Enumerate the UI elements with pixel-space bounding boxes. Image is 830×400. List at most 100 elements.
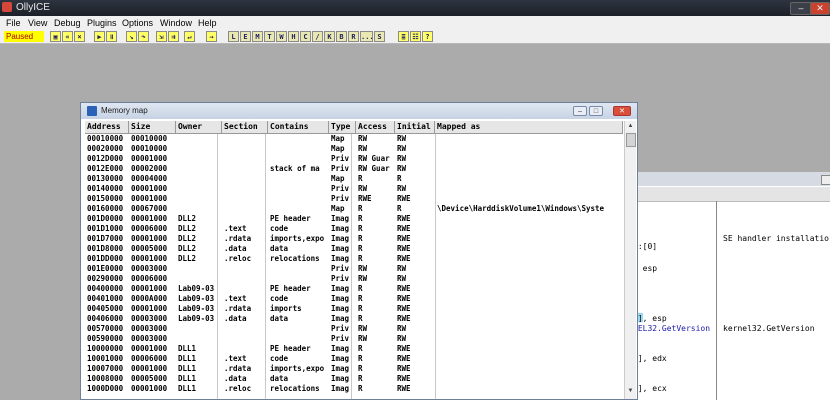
table-row[interactable]: 001DD000 00001000 DLL2 .reloc relocations Ima… xyxy=(85,254,623,264)
run-icon[interactable]: ▶ xyxy=(94,31,105,42)
table-row[interactable]: 0012D000 00001000 Priv RW Guar RW xyxy=(85,154,623,164)
options-icon[interactable]: ☷ xyxy=(410,31,421,42)
memory-map-button[interactable]: M xyxy=(252,31,263,42)
table-row[interactable]: 0012E000 00002000 stack of ma Priv RW Guar RW xyxy=(85,164,623,174)
memory-map-title-bar[interactable]: Memory map – □ ✕ xyxy=(81,103,637,119)
scroll-down-arrow-icon[interactable]: ▼ xyxy=(626,387,635,396)
cell-type: Priv xyxy=(331,164,350,173)
trace-into-icon[interactable]: ⇲ xyxy=(156,31,167,42)
table-row[interactable]: 00405000 00001000 Lab09-03 .rdata imports Ima… xyxy=(85,304,623,314)
vertical-scrollbar[interactable]: ▲ ▼ xyxy=(624,121,636,399)
table-row[interactable]: 00020000 00010000 Map RW RW xyxy=(85,144,623,154)
list-icon[interactable]: ≣ xyxy=(398,31,409,42)
table-row[interactable]: 00150000 00001000 Priv RWE RWE xyxy=(85,194,623,204)
column-header-contains[interactable]: Contains xyxy=(268,121,329,133)
menu-help[interactable]: Help xyxy=(198,16,217,30)
minimize-window-button[interactable]: – xyxy=(573,106,587,116)
menu-debug[interactable]: Debug xyxy=(54,16,81,30)
disasm-fragment: 0], esp xyxy=(633,314,667,323)
column-header-section[interactable]: Section xyxy=(222,121,268,133)
step-into-icon[interactable]: ↘ xyxy=(126,31,137,42)
table-row[interactable]: 00140000 00001000 Priv RW RW xyxy=(85,184,623,194)
scroll-thumb[interactable] xyxy=(626,133,636,147)
cell-access: RWE xyxy=(358,194,372,203)
cell-initial: RWE xyxy=(397,244,411,253)
open-icon[interactable]: ▣ xyxy=(50,31,61,42)
table-row[interactable]: 10008000 00005000 DLL1 .data data Imag R RWE xyxy=(85,374,623,384)
help-icon[interactable]: ? xyxy=(422,31,433,42)
table-row[interactable]: 001D8000 00005000 DLL2 .data data Imag R RWE xyxy=(85,244,623,254)
cell-mapped-as xyxy=(435,384,623,394)
cell-type: Imag xyxy=(331,304,350,313)
table-row[interactable]: 10000000 00001000 DLL1 PE header Imag R RWE xyxy=(85,344,623,354)
table-row[interactable]: 00160000 00067000 Map R R \Device\HarddiskVol… xyxy=(85,204,623,214)
close-debuggee-icon[interactable]: × xyxy=(74,31,85,42)
minimize-button[interactable]: – xyxy=(790,2,812,15)
cell-mapped-as xyxy=(435,374,623,384)
cell-address: 10007000 xyxy=(87,364,124,373)
cell-contains: data xyxy=(270,314,289,323)
table-row[interactable]: 00401000 0000A000 Lab09-03 .text code Imag R RW… xyxy=(85,294,623,304)
table-row[interactable]: 00130000 00004000 Map R R xyxy=(85,174,623,184)
trace-over-icon[interactable]: ⇉ xyxy=(168,31,179,42)
log-window-button[interactable]: L xyxy=(228,31,239,42)
column-header-owner[interactable]: Owner xyxy=(176,121,222,133)
cell-initial: RWE xyxy=(397,294,411,303)
memory-map-table[interactable]: 00010000 00010000 Map RW RW 00020000 00010000 M… xyxy=(85,134,623,399)
menu-options[interactable]: Options xyxy=(122,16,153,30)
close-app-button[interactable]: ✕ xyxy=(810,2,830,15)
step-over-icon[interactable]: ↷ xyxy=(138,31,149,42)
references-button[interactable]: R xyxy=(348,31,359,42)
table-row[interactable]: 001D7000 00001000 DLL2 .rdata imports,expo Im… xyxy=(85,234,623,244)
cpu-window-title-bar[interactable] xyxy=(621,172,830,186)
cell-section xyxy=(222,184,268,194)
cpu-window-restore-button[interactable] xyxy=(821,175,830,185)
table-row[interactable]: 00406000 00003000 Lab09-03 .data data Imag R RW… xyxy=(85,314,623,324)
table-row[interactable]: 00290000 00006000 Priv RW RW xyxy=(85,274,623,284)
table-row[interactable]: 001D0000 00001000 DLL2 PE header Imag R RWE xyxy=(85,214,623,224)
memory-map-window[interactable]: Memory map – □ ✕ Address Size Owner Sect… xyxy=(80,102,638,400)
patches-button[interactable]: / xyxy=(312,31,323,42)
table-row[interactable]: 00590000 00003000 Priv RW RW xyxy=(85,334,623,344)
menu-file[interactable]: File xyxy=(6,16,21,30)
column-header-size[interactable]: Size xyxy=(129,121,176,133)
cpu-button[interactable]: C xyxy=(300,31,311,42)
threads-button[interactable]: T xyxy=(264,31,275,42)
column-header-initial[interactable]: Initial xyxy=(395,121,435,133)
cpu-window[interactable]: s:[0] SE handler installatio , esp 0], e… xyxy=(620,172,830,400)
ollydbg-app-icon xyxy=(2,2,12,12)
call-stack-button[interactable]: K xyxy=(324,31,335,42)
menu-view[interactable]: View xyxy=(28,16,47,30)
table-row[interactable]: 00010000 00010000 Map RW RW xyxy=(85,134,623,144)
windows-button[interactable]: W xyxy=(276,31,287,42)
cell-address: 00405000 xyxy=(87,304,124,313)
table-row[interactable]: 10007000 00001000 DLL1 .rdata imports,expo Im… xyxy=(85,364,623,374)
goto-icon[interactable]: → xyxy=(206,31,217,42)
table-row[interactable]: 10001000 00006000 DLL1 .text code Imag R RWE xyxy=(85,354,623,364)
breakpoints-button[interactable]: B xyxy=(336,31,347,42)
cell-mapped-as xyxy=(435,314,623,324)
run-trace-button[interactable]: ... xyxy=(360,31,373,42)
column-header-address[interactable]: Address xyxy=(85,121,129,133)
menu-plugins[interactable]: Plugins xyxy=(87,16,117,30)
table-row[interactable]: 001D1000 00006000 DLL2 .text code Imag R RWE xyxy=(85,224,623,234)
pause-icon[interactable]: ॥ xyxy=(106,31,117,42)
table-row[interactable]: 1000D000 00001000 DLL1 .reloc relocations Ima… xyxy=(85,384,623,394)
source-button[interactable]: S xyxy=(374,31,385,42)
execute-till-return-icon[interactable]: ↵ xyxy=(184,31,195,42)
maximize-window-button[interactable]: □ xyxy=(589,106,603,116)
table-row[interactable]: 001E0000 00003000 Priv RW RW xyxy=(85,264,623,274)
handles-button[interactable]: H xyxy=(288,31,299,42)
column-header-access[interactable]: Access xyxy=(356,121,395,133)
column-header-type[interactable]: Type xyxy=(329,121,356,133)
table-row[interactable]: 00570000 00003000 Priv RW RW xyxy=(85,324,623,334)
cell-contains: stack of ma xyxy=(270,164,320,173)
menu-window[interactable]: Window xyxy=(160,16,192,30)
rewind-icon[interactable]: « xyxy=(62,31,73,42)
scroll-up-arrow-icon[interactable]: ▲ xyxy=(626,122,635,131)
executable-modules-button[interactable]: E xyxy=(240,31,251,42)
table-row[interactable]: 00400000 00001000 Lab09-03 PE header Imag R RW… xyxy=(85,284,623,294)
cell-owner: DLL2 xyxy=(178,254,197,263)
close-window-button[interactable]: ✕ xyxy=(613,106,631,116)
column-header-mapped-as[interactable]: Mapped as xyxy=(435,121,623,133)
